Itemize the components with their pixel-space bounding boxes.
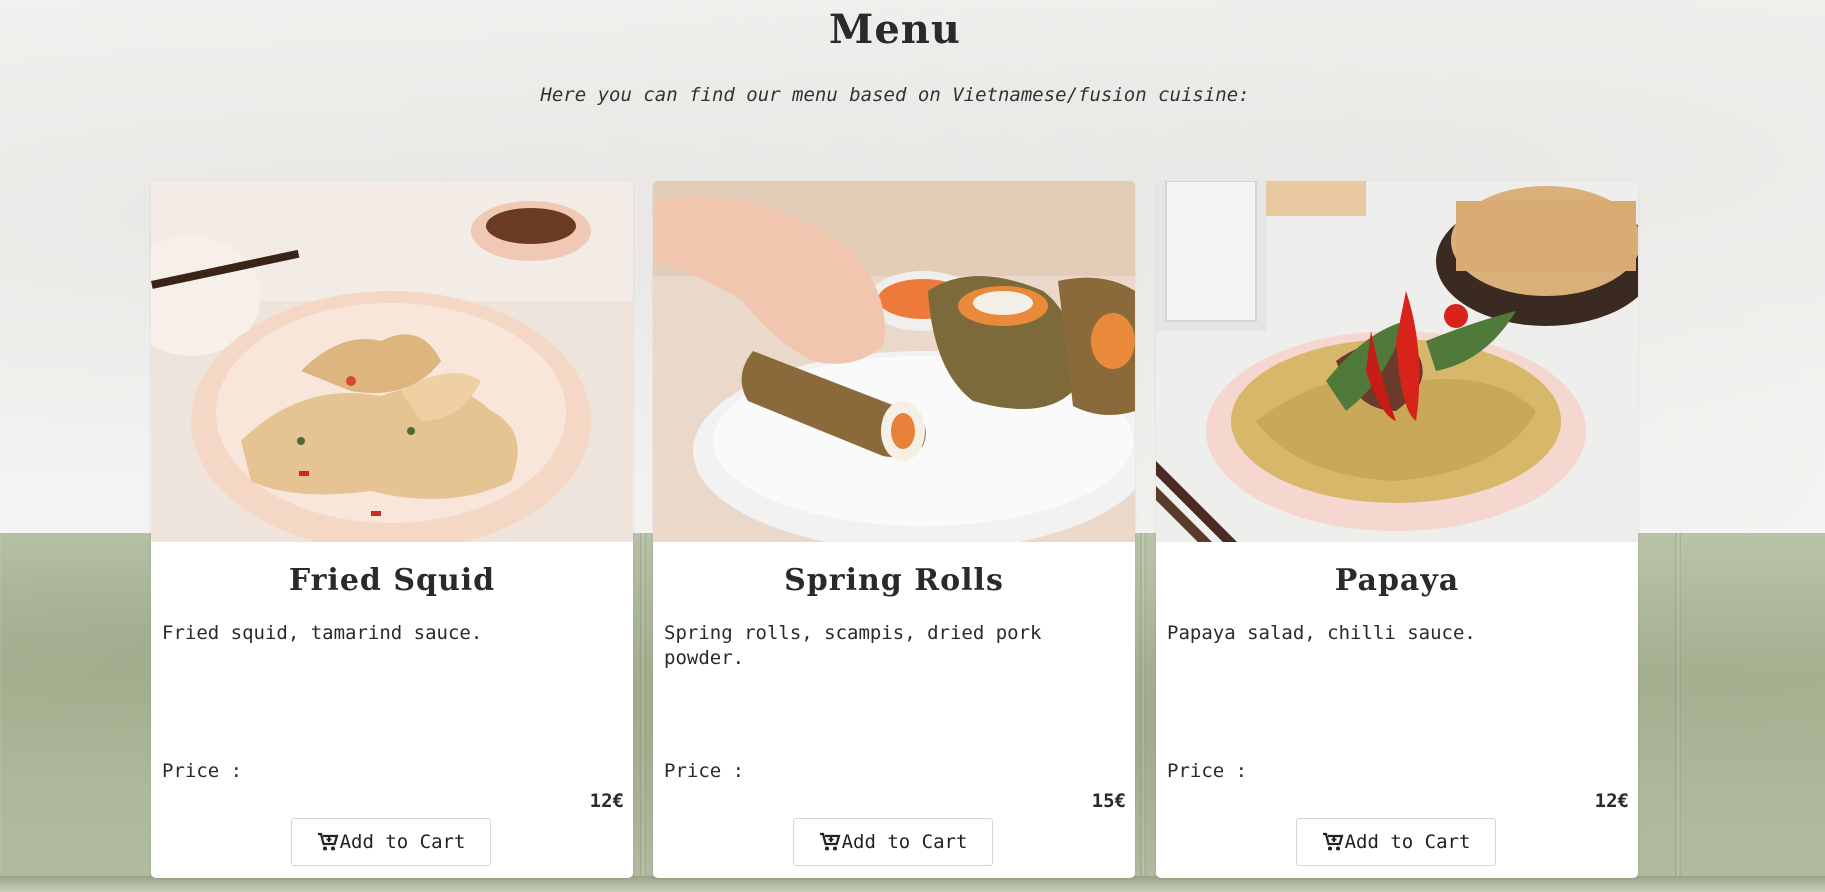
price-value: 12€ bbox=[589, 790, 624, 812]
price-label: Price : bbox=[664, 760, 745, 782]
cart-plus-icon bbox=[1322, 832, 1344, 852]
card-description: Spring rolls, scampis, dried pork powder… bbox=[664, 622, 1042, 669]
menu-card-spring-rolls: Spring Rolls Spring rolls, scampis, drie… bbox=[653, 181, 1135, 878]
card-title: Fried Squid bbox=[288, 563, 496, 598]
sofa-base bbox=[0, 876, 1825, 892]
spring-rolls-photo bbox=[653, 181, 1135, 542]
price-value: 15€ bbox=[1091, 790, 1126, 812]
card-description: Fried squid, tamarind sauce. bbox=[162, 622, 483, 644]
page-title: Menu bbox=[829, 6, 961, 53]
page-subtitle: Here you can find our menu based on Viet… bbox=[540, 84, 1250, 106]
add-to-cart-button[interactable]: Add to Cart bbox=[291, 818, 491, 866]
menu-card-fried-squid: Fried Squid Fried squid, tamarind sauce.… bbox=[151, 181, 633, 878]
sofa-seam bbox=[1140, 533, 1146, 892]
add-to-cart-button[interactable]: Add to Cart bbox=[793, 818, 993, 866]
add-to-cart-label: Add to Cart bbox=[1344, 831, 1471, 853]
card-title: Papaya bbox=[1334, 563, 1460, 598]
fried-squid-photo bbox=[151, 181, 633, 542]
cart-plus-icon bbox=[317, 832, 339, 852]
price-label: Price : bbox=[1167, 760, 1248, 782]
price-label: Price : bbox=[162, 760, 243, 782]
sofa-seam bbox=[640, 533, 646, 892]
card-description: Papaya salad, chilli sauce. bbox=[1167, 622, 1476, 644]
menu-card-papaya: Papaya Papaya salad, chilli sauce. Price… bbox=[1156, 181, 1638, 878]
card-title: Spring Rolls bbox=[784, 563, 1004, 598]
sofa-seam bbox=[1675, 533, 1681, 892]
cart-plus-icon bbox=[819, 832, 841, 852]
add-to-cart-label: Add to Cart bbox=[841, 831, 968, 853]
papaya-salad-photo bbox=[1156, 181, 1638, 542]
price-value: 12€ bbox=[1594, 790, 1629, 812]
add-to-cart-label: Add to Cart bbox=[339, 831, 466, 853]
add-to-cart-button[interactable]: Add to Cart bbox=[1296, 818, 1496, 866]
